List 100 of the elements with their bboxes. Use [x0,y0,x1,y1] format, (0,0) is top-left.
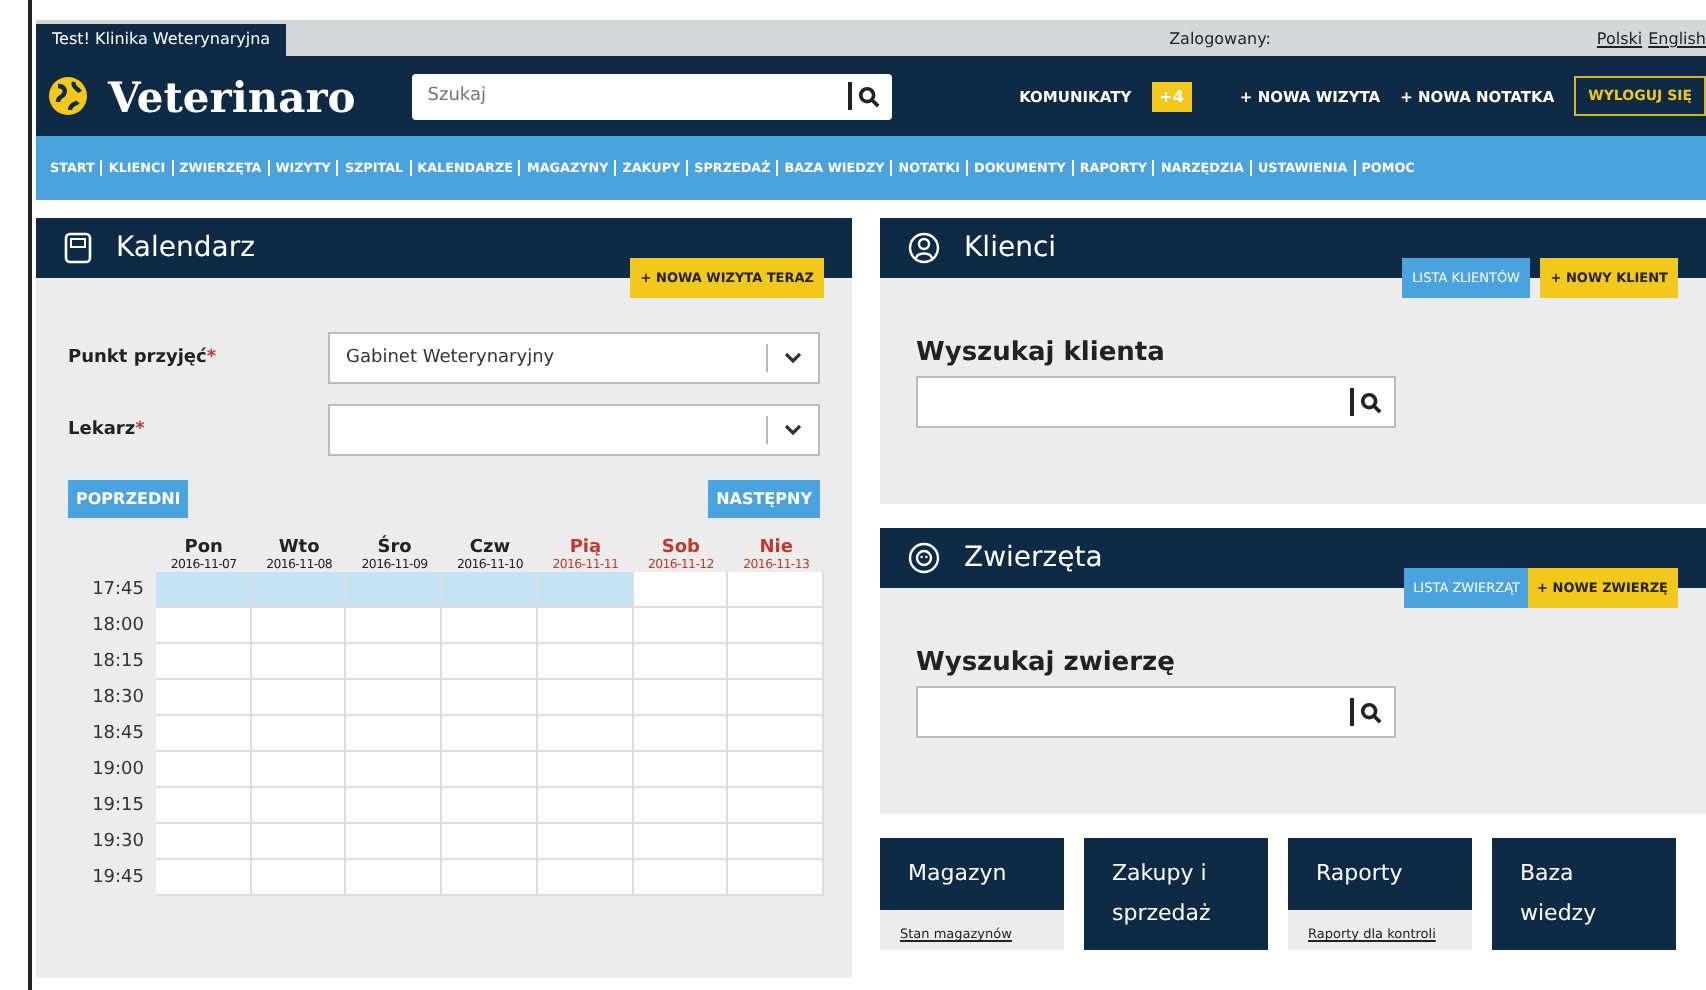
time-label: 19:00 [90,758,146,784]
time-label: 18:15 [90,650,146,676]
day-name: Wto [278,538,320,558]
card-title: Raporty [1288,838,1472,910]
time-slot[interactable] [156,752,252,788]
time-slot[interactable] [442,680,538,716]
time-slot[interactable] [633,824,729,860]
time-slot[interactable] [537,860,634,896]
search-icon[interactable] [857,85,880,107]
time-slot[interactable] [346,716,443,752]
time-slot[interactable] [346,680,443,716]
time-slot[interactable] [633,788,729,824]
select-field[interactable]: Gabinet Weterynaryjny [328,332,820,384]
time-label: 19:45 [90,866,146,892]
time-slot[interactable] [633,752,729,788]
time-slot[interactable] [251,716,347,752]
time-slot[interactable] [156,572,252,608]
time-label: 18:00 [90,614,146,640]
time-slot[interactable] [537,752,634,788]
next-button[interactable]: NASTĘPNY [708,480,820,518]
time-slot[interactable] [251,824,347,860]
time-label: 18:30 [90,686,146,712]
time-slot[interactable] [537,716,634,752]
time-slot[interactable] [251,860,347,896]
time-slot[interactable] [442,644,538,680]
time-slot[interactable] [251,608,347,644]
time-slot[interactable] [346,860,443,896]
chevron-icon[interactable] [784,424,802,436]
time-slot[interactable] [728,608,824,644]
time-slot[interactable] [251,572,347,608]
time-slot[interactable] [537,644,634,680]
time-slot[interactable] [537,680,634,716]
time-slot[interactable] [346,788,443,824]
time-slot[interactable] [537,572,634,608]
day-name: Sob [661,538,700,558]
time-slot[interactable] [728,680,824,716]
time-slot[interactable] [346,752,443,788]
globe-logo-icon [48,76,88,116]
language-link[interactable]: English [1648,30,1706,56]
time-slot[interactable] [633,716,729,752]
chevron-icon[interactable] [784,352,802,364]
time-slot[interactable] [156,824,252,860]
logged-in-label: Zalogowany: [1169,30,1271,52]
search-icon[interactable] [1360,391,1382,413]
time-slot[interactable] [442,824,538,860]
search-field[interactable] [916,376,1396,428]
time-slot[interactable] [156,788,252,824]
time-slot[interactable] [346,608,443,644]
time-slot[interactable] [442,860,538,896]
select-field[interactable] [328,404,820,456]
calendar-icon [64,232,92,264]
time-slot[interactable] [442,572,538,608]
time-slot[interactable] [633,680,729,716]
day-name: Śro [377,538,412,558]
time-slot[interactable] [346,824,443,860]
card-title: Baza wiedzy [1492,838,1676,950]
time-slot[interactable] [156,860,252,896]
time-slot[interactable] [728,860,824,896]
time-slot[interactable] [537,788,634,824]
time-slot[interactable] [537,824,634,860]
time-slot[interactable] [346,572,443,608]
time-slot[interactable] [728,572,824,608]
time-slot[interactable] [442,752,538,788]
time-slot[interactable] [728,644,824,680]
language-link[interactable]: Polski [1596,30,1643,56]
day-name: Pon [184,538,223,558]
time-slot[interactable] [442,608,538,644]
time-slot[interactable] [442,788,538,824]
panel-title: Klienci [964,232,1057,264]
time-slot[interactable] [633,860,729,896]
time-slot[interactable] [442,716,538,752]
time-slot[interactable] [156,680,252,716]
time-slot[interactable] [156,608,252,644]
previous-button[interactable]: POPRZEDNI [68,480,189,518]
card-title: Magazyn [880,838,1064,910]
time-slot[interactable] [728,752,824,788]
time-slot[interactable] [156,644,252,680]
time-label: 19:15 [90,794,146,820]
time-slot[interactable] [633,608,729,644]
search-label: Wyszukaj zwierzę [916,648,1177,678]
time-slot[interactable] [156,716,252,752]
time-slot[interactable] [251,680,347,716]
search-field[interactable]: Szukaj [411,73,892,119]
time-slot[interactable] [251,752,347,788]
animal-icon [908,542,940,574]
search-field[interactable] [916,686,1396,738]
time-slot[interactable] [728,716,824,752]
time-slot[interactable] [346,644,443,680]
time-slot[interactable] [251,644,347,680]
time-slot[interactable] [633,644,729,680]
time-slot[interactable] [251,788,347,824]
time-slot[interactable] [633,572,729,608]
messages-count: +4 [1151,81,1192,111]
search-icon[interactable] [1360,701,1382,723]
time-slot[interactable] [728,824,824,860]
time-slot[interactable] [728,788,824,824]
time-slot[interactable] [537,608,634,644]
time-label: 17:45 [90,578,146,604]
clinic-tab[interactable]: Test! Klinika Weterynaryjna [36,24,287,56]
day-name: Nie [759,538,793,558]
